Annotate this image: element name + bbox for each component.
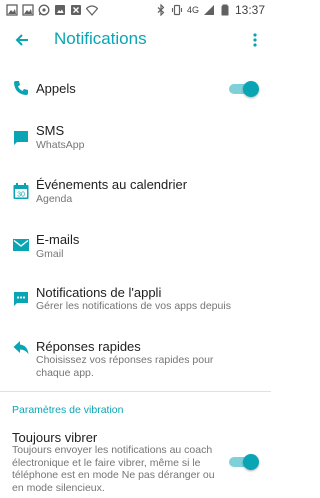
status-bar: 4G 13:37	[0, 0, 271, 20]
calls-toggle[interactable]	[229, 81, 259, 97]
list-item-sms[interactable]: SMS WhatsApp	[0, 120, 271, 160]
status-time: 13:37	[234, 3, 265, 17]
list-item-subtitle: Agenda	[36, 193, 73, 205]
battery-icon	[221, 4, 229, 16]
back-button[interactable]	[8, 26, 36, 54]
list-item-subtitle: Gérer les notifications de vos apps depu…	[36, 300, 231, 312]
phone-icon	[14, 81, 28, 95]
toggle-knob	[243, 81, 259, 97]
calendar-icon: 30	[13, 183, 29, 199]
reply-icon	[13, 341, 29, 354]
list-item-subtitle: Choisissez vos réponses rapides pour cha…	[36, 354, 214, 379]
status-bar-system: 4G 13:37	[155, 2, 265, 18]
close-box-icon	[71, 5, 81, 15]
section-divider	[0, 391, 271, 392]
always-vibrate-toggle[interactable]	[229, 454, 259, 470]
wifi-icon	[86, 5, 98, 16]
more-vert-icon	[253, 33, 257, 47]
status-bar-notifications	[6, 3, 98, 17]
list-item-always-vibrate[interactable]: Toujours vibrer Toujours envoyer les not…	[0, 428, 271, 494]
vibrate-icon	[171, 4, 183, 16]
list-item-title: Toujours vibrer	[12, 430, 98, 445]
whatsapp-icon	[38, 4, 50, 16]
list-item-description: Toujours envoyer les notifications au co…	[12, 444, 215, 494]
list-item-title: Appels	[36, 81, 76, 96]
message-icon	[14, 131, 28, 145]
calendar-day-label: 30	[17, 192, 25, 199]
toggle-knob	[243, 454, 259, 470]
list-item-subtitle: Gmail	[36, 248, 64, 260]
app-bar: Notifications	[0, 20, 271, 60]
list-item-title: Notifications de l'appli	[36, 285, 162, 300]
section-header-vibration: Paramètres de vibration	[12, 404, 124, 416]
overflow-menu-button[interactable]	[247, 26, 263, 54]
list-item-title: SMS	[36, 123, 65, 138]
list-item-calls[interactable]: Appels	[0, 72, 271, 106]
list-item-title: E-mails	[36, 232, 80, 247]
list-item-emails[interactable]: E-mails Gmail	[0, 228, 271, 268]
signal-icon	[203, 5, 214, 15]
photo-icon	[6, 4, 18, 16]
bluetooth-icon	[157, 4, 165, 16]
arrow-left-icon	[15, 34, 28, 46]
list-item-title: Réponses rapides	[36, 339, 141, 354]
gallery-icon	[55, 5, 65, 15]
list-item-title: Événements au calendrier	[36, 177, 188, 192]
list-item-subtitle: WhatsApp	[36, 139, 85, 151]
list-item-quick-replies[interactable]: Réponses rapides Choisissez vos réponses…	[0, 336, 271, 384]
app-notification-icon	[14, 292, 28, 306]
page-title: Notifications	[54, 29, 147, 48]
network-type: 4G	[186, 5, 199, 15]
list-item-app-notifications[interactable]: Notifications de l'appli Gérer les notif…	[0, 282, 271, 322]
list-item-calendar[interactable]: 30 Événements au calendrier Agenda	[0, 174, 271, 214]
mail-icon	[13, 239, 29, 251]
photo-icon	[22, 4, 34, 16]
